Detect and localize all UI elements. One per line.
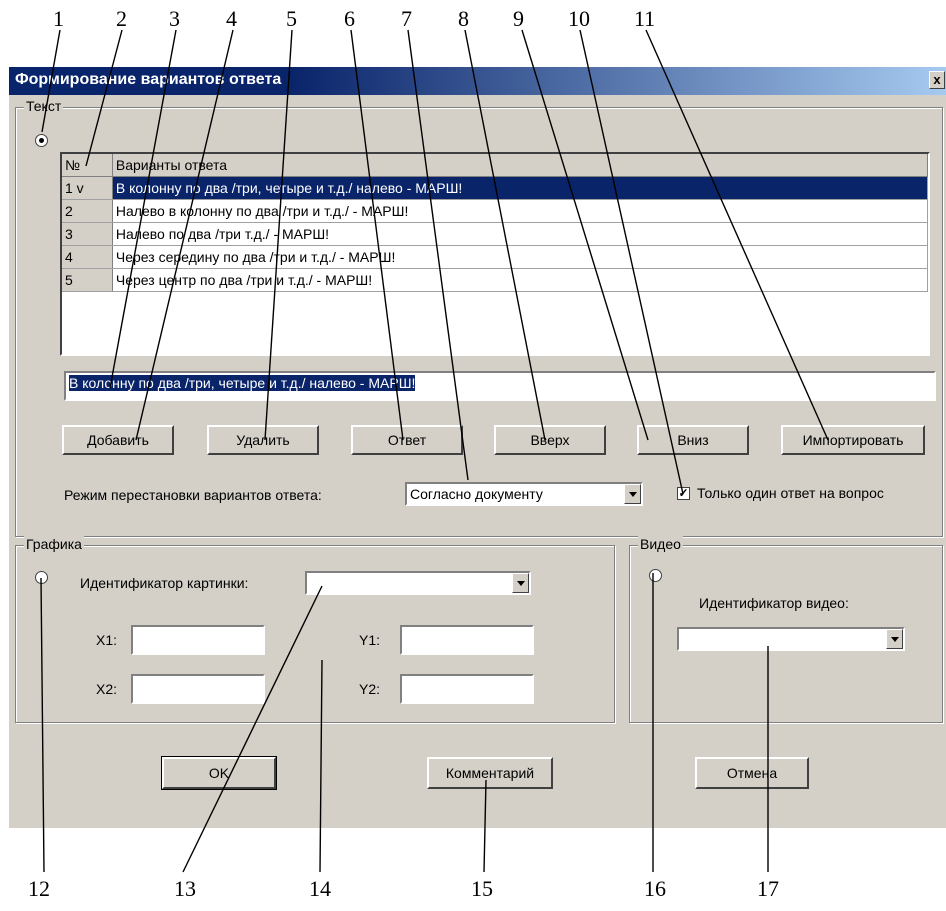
shuffle-mode-value: Согласно документу [410,486,543,502]
y1-label: Y1: [359,632,381,648]
picture-id-select[interactable] [305,571,531,595]
header-number: № [62,154,113,177]
single-answer-checkbox[interactable]: ✓ [677,487,690,500]
row-text: Налево по два /три т.д./ - МАРШ! [112,222,928,246]
video-radio[interactable] [649,569,662,582]
graphics-group-legend: Графика [24,536,84,552]
y2-field[interactable] [400,674,534,704]
table-row[interactable]: 2 Налево в колонну по два /три и т.д./ -… [62,199,928,223]
delete-button[interactable]: Удалить [207,425,319,455]
move-up-button[interactable]: Вверх [494,425,606,455]
add-button[interactable]: Добавить [62,425,174,455]
move-down-button[interactable]: Вниз [637,425,749,455]
y1-field[interactable] [400,625,534,655]
table-row[interactable]: 1 v В колонну по два /три, четыре и т.д.… [62,176,928,200]
picture-id-label: Идентификатор картинки: [80,575,249,591]
table-row[interactable]: 4 Через середину по два /три и т.д./ - М… [62,245,928,269]
x2-label: X2: [96,681,118,697]
callout-8: 8 [458,6,469,31]
x1-label: X1: [96,632,118,648]
answer-text-field[interactable]: В колонну по два /три, четыре и т.д./ на… [64,371,936,401]
answer-button[interactable]: Ответ [351,425,463,455]
row-text: Налево в колонну по два /три и т.д./ - М… [112,199,928,223]
import-button[interactable]: Импортировать [781,425,925,455]
callout-6: 6 [344,6,355,31]
row-number: 2 [62,199,113,223]
answer-variants-grid[interactable]: № Варианты ответа 1 v В колонну по два /… [60,152,930,356]
callout-13: 13 [174,876,196,901]
callout-1: 1 [53,6,64,31]
row-text: Через середину по два /три и т.д./ - МАР… [112,245,928,269]
ok-button[interactable]: OK [161,756,277,790]
callout-5: 5 [286,6,297,31]
answer-text-value: В колонну по два /три, четыре и т.д./ на… [69,375,416,391]
table-row[interactable]: 3 Налево по два /три т.д./ - МАРШ! [62,222,928,246]
callout-16: 16 [644,876,666,901]
y2-label: Y2: [359,681,381,697]
single-answer-label: Только один ответ на вопрос [697,485,884,501]
callout-17: 17 [757,876,779,901]
chevron-down-icon[interactable] [512,573,529,593]
callout-12: 12 [28,876,50,901]
callout-4: 4 [226,6,237,31]
row-text: В колонну по два /три, четыре и т.д./ на… [112,176,928,200]
grid-header-row: № Варианты ответа [62,154,928,177]
dialog-title: Формирование вариантов ответа [15,71,282,88]
close-button[interactable]: x [929,71,945,89]
x1-field[interactable] [131,625,265,655]
x2-field[interactable] [131,674,265,704]
answer-variants-dialog: Формирование вариантов ответа x Текст № … [8,66,946,828]
graphics-radio[interactable] [35,571,48,584]
callout-7: 7 [401,6,412,31]
video-group-legend: Видео [638,536,683,552]
row-number: 1 v [62,176,113,200]
row-number: 5 [62,268,113,292]
table-row[interactable]: 5 Через центр по два /три и т.д./ - МАРШ… [62,268,928,292]
row-number: 3 [62,222,113,246]
callout-14: 14 [309,876,331,901]
title-bar[interactable]: Формирование вариантов ответа x [9,67,946,95]
text-group-legend: Текст [24,98,64,114]
chevron-down-icon[interactable] [886,629,903,649]
callout-2: 2 [116,6,127,31]
callout-9: 9 [513,6,524,31]
text-radio[interactable] [35,134,48,147]
video-id-select[interactable] [677,627,905,651]
shuffle-mode-select[interactable]: Согласно документу [405,482,643,506]
comment-button[interactable]: Комментарий [427,757,553,789]
callout-3: 3 [169,6,180,31]
video-id-label: Идентификатор видео: [699,595,849,611]
row-text: Через центр по два /три и т.д./ - МАРШ! [112,268,928,292]
header-variants: Варианты ответа [112,154,928,177]
callout-15: 15 [471,876,493,901]
chevron-down-icon[interactable] [624,484,641,504]
cancel-button[interactable]: Отмена [695,757,809,789]
callout-10: 10 [568,6,590,31]
shuffle-mode-label: Режим перестановки вариантов ответа: [64,487,322,503]
row-number: 4 [62,245,113,269]
callout-11: 11 [634,6,656,31]
